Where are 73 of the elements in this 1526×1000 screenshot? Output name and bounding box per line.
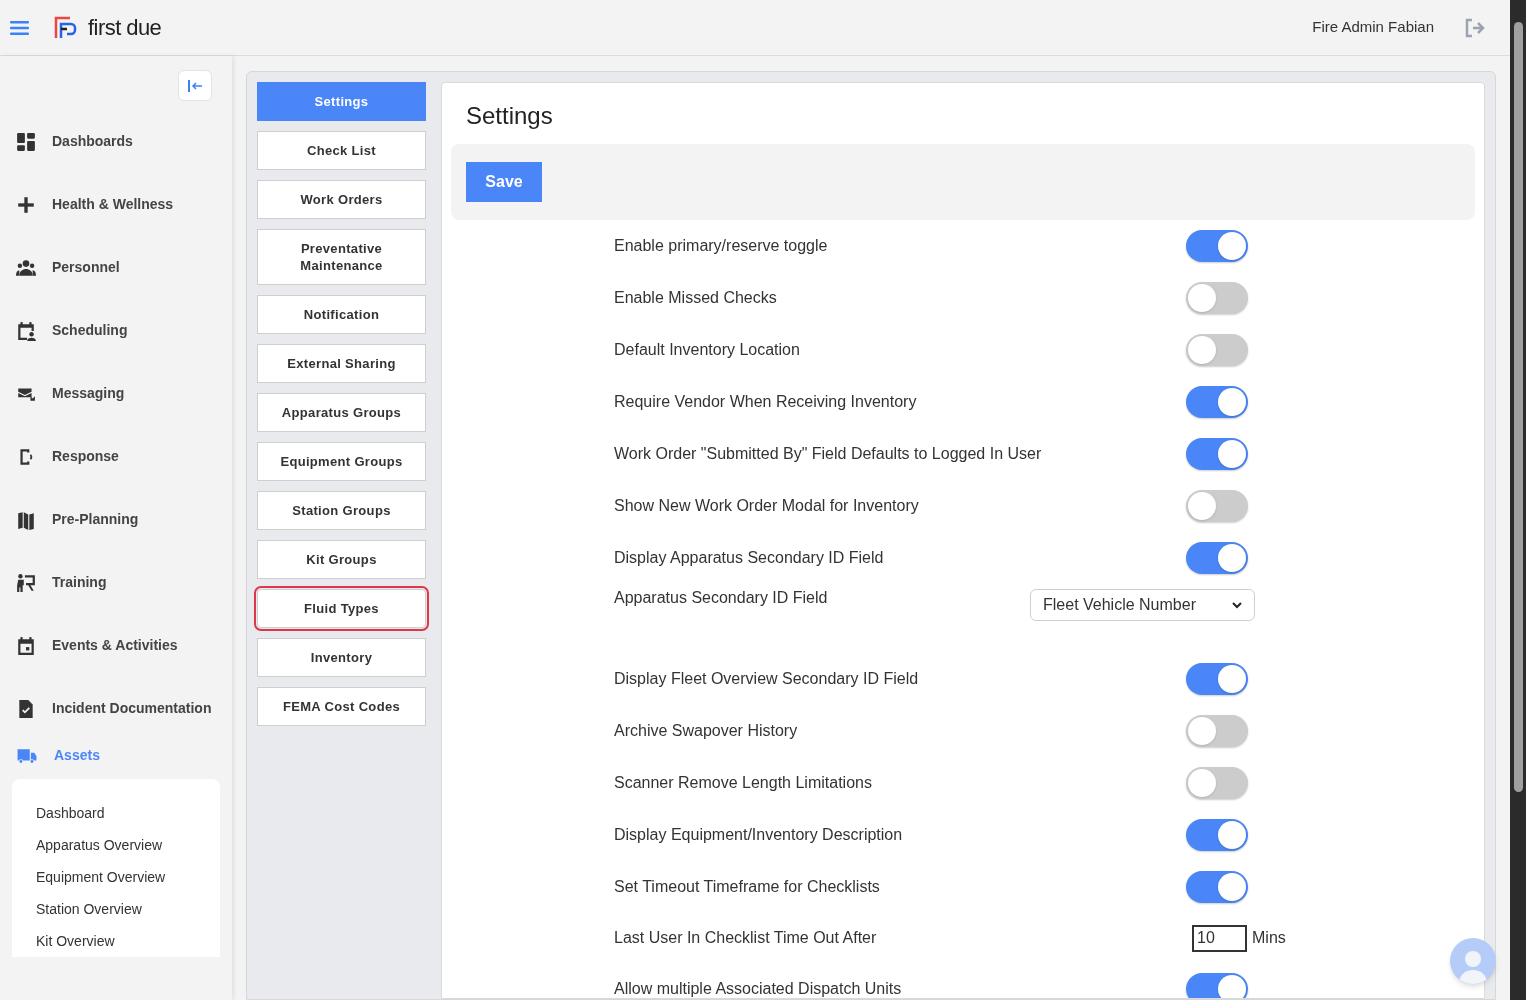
setting-label: Default Inventory Location <box>614 340 801 360</box>
setting-label: Last User In Checklist Time Out After <box>614 928 878 948</box>
toggle-switch[interactable] <box>1186 386 1248 418</box>
sidebar-item[interactable]: Scheduling <box>52 320 128 341</box>
toggle-switch[interactable] <box>1186 715 1248 747</box>
setting-label: Display Equipment/Inventory Description <box>614 825 904 845</box>
toggle-switch[interactable] <box>1186 438 1248 470</box>
sidebar-item[interactable]: Messaging <box>52 383 125 404</box>
brand-name: first due <box>88 14 162 42</box>
grid-icon <box>14 131 38 152</box>
toggle-switch[interactable] <box>1186 334 1248 366</box>
submenu-item[interactable]: Apparatus Overview <box>36 835 220 855</box>
setting-label: Display Fleet Overview Secondary ID Field <box>614 669 920 689</box>
sidebar-item[interactable]: Incident Documentation <box>52 698 212 719</box>
sidebar-item[interactable]: Events & Activities <box>52 635 178 656</box>
person-silhouette-icon <box>1458 948 1488 984</box>
chevron-down-icon <box>1232 601 1242 609</box>
setting-label: Work Order "Submitted By" Field Defaults to Logged In User <box>614 444 1043 464</box>
setting-label: Show New Work Order Modal for Inventory <box>614 496 920 516</box>
sidebar-item[interactable]: Dashboards <box>52 131 133 152</box>
menu-icon[interactable] <box>10 20 29 35</box>
subnav-tab[interactable]: External Sharing <box>257 344 426 383</box>
subnav-tab[interactable]: Fluid Types <box>257 589 426 628</box>
page-title: Settings <box>465 101 554 131</box>
person-board-icon <box>14 572 38 593</box>
number-field[interactable]: 10 <box>1192 924 1247 952</box>
submenu-item[interactable]: Kit Overview <box>36 931 220 951</box>
scrollbar[interactable] <box>1510 0 1526 1000</box>
collapse-sidebar-button[interactable] <box>178 70 212 101</box>
subnav-tab[interactable]: Work Orders <box>257 180 426 219</box>
toggle-switch[interactable] <box>1186 819 1248 851</box>
subnav-tab[interactable]: Station Groups <box>257 491 426 530</box>
subnav-tab[interactable]: Preventative Maintenance <box>257 229 426 285</box>
setting-label: Set Timeout Timeframe for Checklists <box>614 877 881 897</box>
submenu-item[interactable]: Station Overview <box>36 899 220 919</box>
sidebar-item[interactable]: Pre-Planning <box>52 509 139 530</box>
scrollbar-thumb[interactable] <box>1513 22 1523 792</box>
sidebar-item[interactable]: Training <box>52 572 107 593</box>
setting-label: Enable primary/reserve toggle <box>614 236 829 256</box>
logo-icon <box>54 15 78 40</box>
submenu-item[interactable]: Equipment Overview <box>36 867 220 887</box>
select-field[interactable]: Fleet Vehicle Number <box>1030 589 1255 621</box>
toggle-switch[interactable] <box>1186 871 1248 903</box>
setting-label: Scanner Remove Length Limitations <box>614 773 873 793</box>
subnav-tab[interactable]: FEMA Cost Codes <box>257 687 426 726</box>
toggle-switch[interactable] <box>1186 663 1248 695</box>
setting-label: Allow multiple Associated Dispatch Units <box>614 979 903 998</box>
subnav-tab[interactable]: Check List <box>257 131 426 170</box>
setting-label: Display Apparatus Secondary ID Field <box>614 548 885 568</box>
subnav-tab[interactable]: Inventory <box>257 638 426 677</box>
people-icon <box>14 257 38 278</box>
user-name[interactable]: Fire Admin Fabian <box>1312 16 1434 39</box>
setting-label: Apparatus Secondary ID Field <box>614 588 829 608</box>
toggle-switch[interactable] <box>1186 490 1248 522</box>
subnav-tab[interactable]: Apparatus Groups <box>257 393 426 432</box>
collapse-icon <box>187 78 203 93</box>
setting-label: Archive Swapover History <box>614 721 799 741</box>
submenu-item[interactable]: Dashboard <box>36 803 220 823</box>
toggle-switch[interactable] <box>1186 973 1248 998</box>
sidebar-item[interactable]: Response <box>52 446 119 467</box>
subnav-tab[interactable]: Notification <box>257 295 426 334</box>
sidebar-item[interactable]: Health & Wellness <box>52 194 174 215</box>
setting-label: Require Vendor When Receiving Inventory <box>614 392 918 412</box>
toggle-switch[interactable] <box>1186 282 1248 314</box>
sidebar-item[interactable]: Personnel <box>52 257 120 278</box>
toggle-switch[interactable] <box>1186 542 1248 574</box>
toggle-switch[interactable] <box>1186 767 1248 799</box>
subnav-tab[interactable]: Equipment Groups <box>257 442 426 481</box>
logout-icon[interactable] <box>1464 17 1486 38</box>
unit-label: Mins <box>1252 928 1286 948</box>
subnav-tab[interactable]: Kit Groups <box>257 540 426 579</box>
toggle-switch[interactable] <box>1186 230 1248 262</box>
setting-label: Enable Missed Checks <box>614 288 778 308</box>
